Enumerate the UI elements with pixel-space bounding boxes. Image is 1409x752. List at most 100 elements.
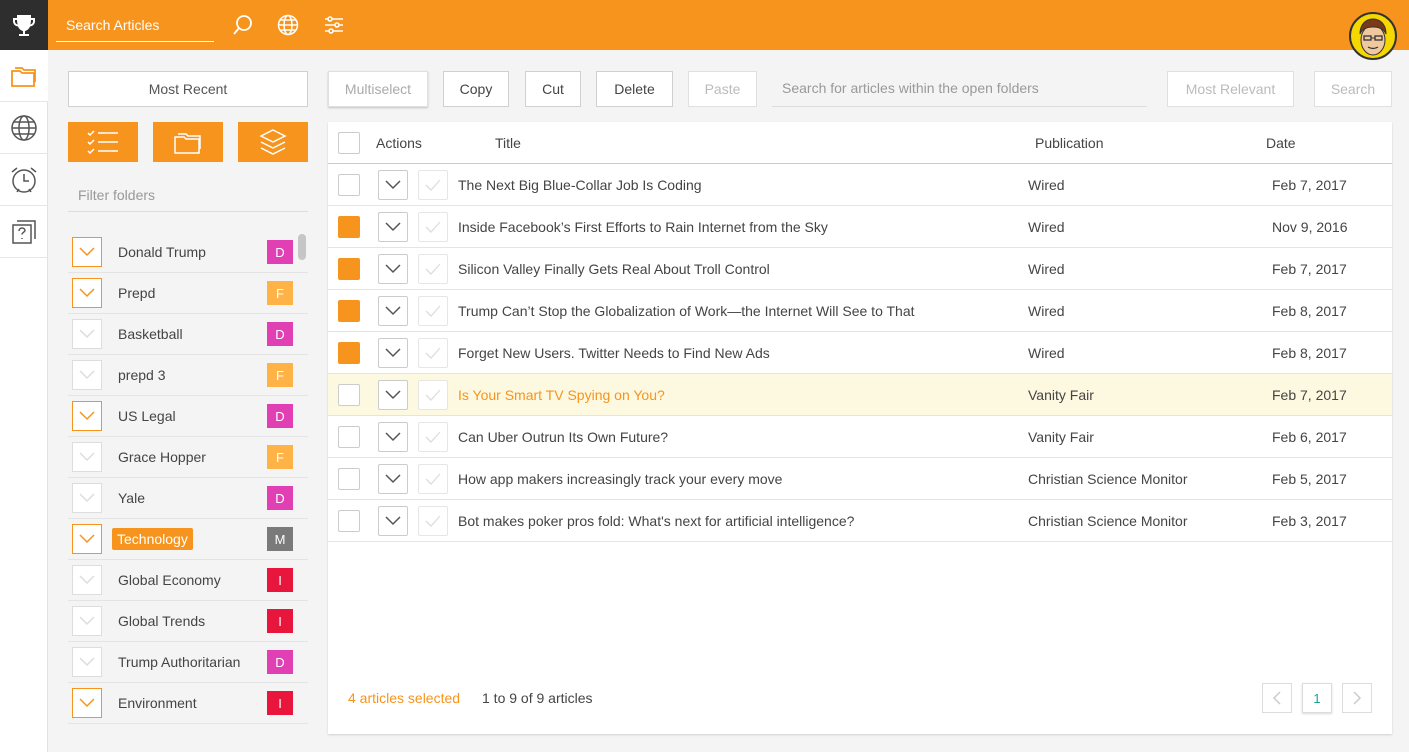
chevron-down-icon[interactable]: [378, 422, 408, 452]
copy-button[interactable]: Copy: [443, 71, 509, 107]
table-row[interactable]: Bot makes poker pros fold: What's next f…: [328, 500, 1392, 542]
folder-name[interactable]: Global Economy: [118, 572, 221, 588]
article-title[interactable]: How app makers increasingly track your e…: [458, 471, 782, 487]
checkmark-icon[interactable]: [418, 422, 448, 452]
article-title[interactable]: The Next Big Blue-Collar Job Is Coding: [458, 177, 702, 193]
chevron-down-icon[interactable]: [72, 483, 102, 513]
search-button[interactable]: Search: [1314, 71, 1392, 107]
search-icon[interactable]: [230, 12, 256, 38]
alarm-clock-icon[interactable]: [0, 154, 48, 206]
chevron-down-icon[interactable]: [72, 237, 102, 267]
globe-icon[interactable]: [0, 102, 48, 154]
table-row[interactable]: The Next Big Blue-Collar Job Is Coding Wi…: [328, 164, 1392, 206]
next-page-button[interactable]: [1342, 683, 1372, 713]
sliders-icon[interactable]: [321, 12, 347, 38]
table-row[interactable]: Is Your Smart TV Spying on You? Vanity Fa…: [328, 374, 1392, 416]
avatar[interactable]: [1349, 12, 1397, 60]
article-title[interactable]: Can Uber Outrun Its Own Future?: [458, 429, 668, 445]
article-title[interactable]: Bot makes poker pros fold: What's next f…: [458, 513, 854, 529]
row-checkbox[interactable]: [338, 174, 360, 196]
chevron-down-icon[interactable]: [72, 319, 102, 349]
folder-row[interactable]: Environment I: [68, 683, 308, 724]
header-date[interactable]: Date: [1266, 135, 1296, 151]
article-title[interactable]: Is Your Smart TV Spying on You?: [458, 387, 665, 403]
folder-name[interactable]: Donald Trump: [118, 244, 206, 260]
multiselect-button[interactable]: Multiselect: [328, 71, 428, 107]
row-checkbox[interactable]: [338, 426, 360, 448]
chevron-down-icon[interactable]: [72, 401, 102, 431]
paste-button[interactable]: Paste: [688, 71, 757, 107]
folder-name[interactable]: US Legal: [118, 408, 176, 424]
select-all-checkbox[interactable]: [338, 132, 360, 154]
row-checkbox[interactable]: [338, 258, 360, 280]
filter-folders-input[interactable]: Filter folders: [68, 172, 308, 212]
prev-page-button[interactable]: [1262, 683, 1292, 713]
folder-row[interactable]: Global Trends I: [68, 601, 308, 642]
article-title[interactable]: Silicon Valley Finally Gets Real About T…: [458, 261, 770, 277]
folder-name[interactable]: Yale: [118, 490, 145, 506]
most-recent-button[interactable]: Most Recent: [68, 71, 308, 107]
table-row[interactable]: Silicon Valley Finally Gets Real About T…: [328, 248, 1392, 290]
delete-button[interactable]: Delete: [596, 71, 673, 107]
table-row[interactable]: Forget New Users. Twitter Needs to Find …: [328, 332, 1392, 374]
folder-name[interactable]: prepd 3: [118, 367, 165, 383]
table-row[interactable]: Inside Facebook’s First Efforts to Rain …: [328, 206, 1392, 248]
table-row[interactable]: Trump Can’t Stop the Globalization of Wo…: [328, 290, 1392, 332]
chevron-down-icon[interactable]: [72, 688, 102, 718]
row-checkbox[interactable]: [338, 300, 360, 322]
folder-row[interactable]: Prepd F: [68, 273, 308, 314]
chevron-down-icon[interactable]: [72, 442, 102, 472]
row-checkbox[interactable]: [338, 510, 360, 532]
folder-name[interactable]: Global Trends: [118, 613, 205, 629]
trophy-icon[interactable]: [0, 0, 48, 50]
folder-name[interactable]: Prepd: [118, 285, 155, 301]
folder-row[interactable]: Yale D: [68, 478, 308, 519]
checkmark-icon[interactable]: [418, 380, 448, 410]
folder-name[interactable]: Technology: [112, 528, 193, 550]
current-page[interactable]: 1: [1302, 683, 1332, 713]
layers-icon[interactable]: [238, 122, 308, 162]
table-row[interactable]: How app makers increasingly track your e…: [328, 458, 1392, 500]
header-publication[interactable]: Publication: [1035, 135, 1104, 151]
chevron-down-icon[interactable]: [72, 278, 102, 308]
most-relevant-button[interactable]: Most Relevant: [1167, 71, 1294, 107]
folder-row[interactable]: prepd 3 F: [68, 355, 308, 396]
row-checkbox[interactable]: [338, 216, 360, 238]
folder-row[interactable]: Technology M: [68, 519, 308, 560]
folders-icon[interactable]: [153, 122, 223, 162]
chevron-down-icon[interactable]: [378, 380, 408, 410]
folder-name[interactable]: Basketball: [118, 326, 183, 342]
table-row[interactable]: Can Uber Outrun Its Own Future? Vanity Fa…: [328, 416, 1392, 458]
folder-row[interactable]: Basketball D: [68, 314, 308, 355]
search-within-input[interactable]: Search for articles within the open fold…: [772, 71, 1147, 107]
search-articles-input[interactable]: Search Articles: [56, 10, 214, 42]
help-cards-icon[interactable]: [0, 206, 48, 258]
cut-button[interactable]: Cut: [525, 71, 581, 107]
folder-row[interactable]: Trump Authoritarian D: [68, 642, 308, 683]
checklist-icon[interactable]: [68, 122, 138, 162]
chevron-down-icon[interactable]: [378, 338, 408, 368]
chevron-down-icon[interactable]: [378, 170, 408, 200]
folder-scrollbar[interactable]: [298, 234, 306, 260]
checkmark-icon[interactable]: [418, 338, 448, 368]
row-checkbox[interactable]: [338, 468, 360, 490]
article-title[interactable]: Trump Can’t Stop the Globalization of Wo…: [458, 303, 915, 319]
folder-row[interactable]: US Legal D: [68, 396, 308, 437]
chevron-down-icon[interactable]: [72, 360, 102, 390]
globe-icon[interactable]: [275, 12, 301, 38]
checkmark-icon[interactable]: [418, 212, 448, 242]
chevron-down-icon[interactable]: [378, 212, 408, 242]
row-checkbox[interactable]: [338, 342, 360, 364]
checkmark-icon[interactable]: [418, 506, 448, 536]
header-title[interactable]: Title: [495, 135, 521, 151]
folder-row[interactable]: Global Economy I: [68, 560, 308, 601]
checkmark-icon[interactable]: [418, 464, 448, 494]
folder-row[interactable]: Donald Trump D: [68, 232, 308, 273]
folders-icon[interactable]: [0, 50, 48, 102]
row-checkbox[interactable]: [338, 384, 360, 406]
folder-row[interactable]: Grace Hopper F: [68, 437, 308, 478]
chevron-down-icon[interactable]: [72, 647, 102, 677]
checkmark-icon[interactable]: [418, 254, 448, 284]
folder-name[interactable]: Environment: [118, 695, 197, 711]
article-title[interactable]: Forget New Users. Twitter Needs to Find …: [458, 345, 770, 361]
